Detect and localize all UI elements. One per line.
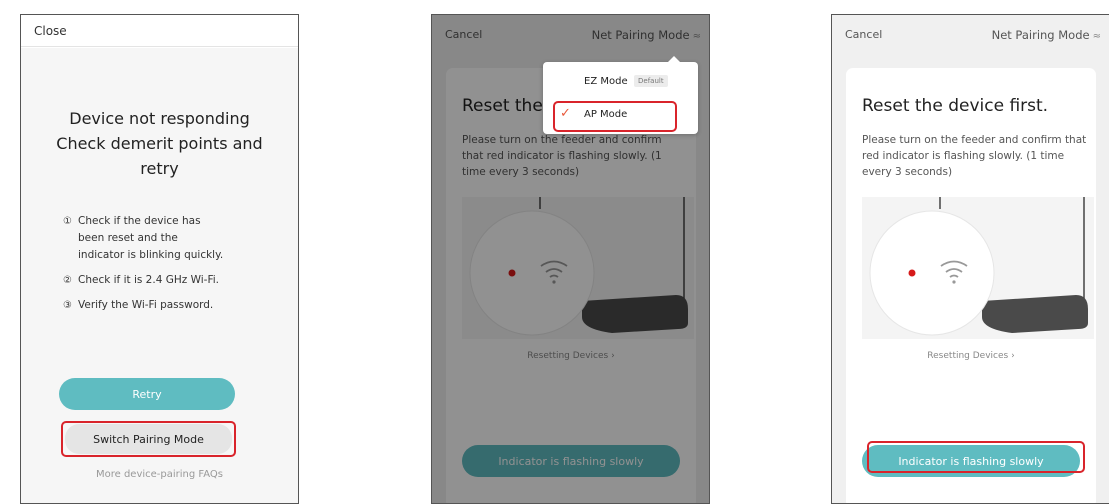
red-led-indicator xyxy=(908,269,916,277)
default-badge: Default xyxy=(634,75,668,87)
highlight-box xyxy=(867,441,1085,473)
feeder-illustration xyxy=(862,197,1094,339)
reset-device-screen: Cancel Net Pairing Mode ≈ Reset the devic… xyxy=(831,14,1109,504)
tip-number: ② xyxy=(63,275,72,286)
close-button[interactable]: Close xyxy=(34,24,67,38)
tip-item: ③ Verify the Wi-Fi password. xyxy=(63,297,283,314)
switch-pairing-mode-button[interactable]: Switch Pairing Mode xyxy=(65,424,232,454)
faq-link[interactable]: More device-pairing FAQs xyxy=(21,469,298,480)
feeder-image xyxy=(869,197,1088,336)
tip-number: ③ xyxy=(63,300,72,311)
resetting-devices-link[interactable]: Resetting Devices › xyxy=(846,351,1096,361)
reset-card: Reset the device first. Please turn on t… xyxy=(846,68,1096,503)
tip-number: ① xyxy=(63,216,72,227)
troubleshooting-tips: ① Check if the device has been reset and… xyxy=(63,213,283,322)
menu-item-ez-mode[interactable]: EZ Mode Default xyxy=(543,67,698,97)
cancel-button[interactable]: Cancel xyxy=(845,28,882,41)
failure-content: Device not responding Check demerit poin… xyxy=(21,48,298,503)
retry-button[interactable]: Retry xyxy=(59,378,235,410)
tip-item: ② Check if it is 2.4 GHz Wi-Fi. xyxy=(63,272,283,289)
tip-item: ① Check if the device has been reset and… xyxy=(63,213,283,264)
failure-title: Device not responding Check demerit poin… xyxy=(56,109,263,178)
wave-icon: ≈ xyxy=(1092,31,1101,42)
pairing-mode-menu-screen: Cancel Net Pairing Mode ≈ Reset the Pleas… xyxy=(431,14,710,504)
device-not-responding-screen: Close Device not responding Check demeri… xyxy=(20,14,299,504)
card-title: Reset the device first. xyxy=(862,96,1049,116)
net-pairing-mode-button[interactable]: Net Pairing Mode ≈ xyxy=(992,28,1101,42)
card-description: Please turn on the feeder and confirm th… xyxy=(862,134,1087,178)
top-bar: Close xyxy=(21,15,298,47)
highlight-box xyxy=(553,101,677,132)
